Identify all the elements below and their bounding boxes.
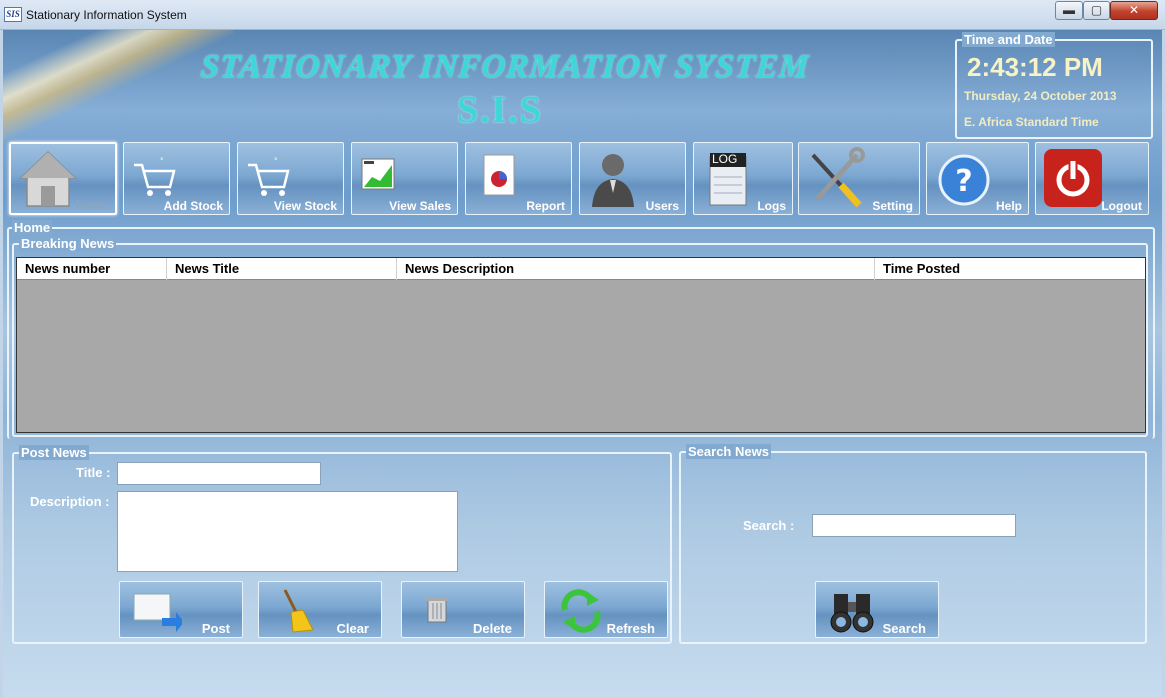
svg-text:°: °	[274, 157, 278, 165]
help-question-icon: ?	[938, 154, 990, 206]
window-title: Stationary Information System	[26, 8, 187, 22]
search-field-label: Search :	[743, 518, 795, 533]
maximize-button[interactable]: ▢	[1083, 1, 1110, 20]
home-button-label: Home	[75, 198, 109, 212]
add-stock-button-label: Add Stock	[163, 199, 223, 213]
window-titlebar[interactable]: SIS Stationary Information System ▬ ▢ ✕	[0, 0, 1165, 30]
house-icon	[19, 150, 77, 207]
header-abbreviation: S.I.S	[456, 89, 544, 131]
title-input[interactable]	[117, 462, 321, 485]
timezone-display: E. Africa Standard Time	[964, 115, 1099, 129]
home-button[interactable]: Home	[9, 142, 117, 215]
report-button-label: Report	[526, 199, 565, 213]
report-button[interactable]: Report	[465, 142, 572, 215]
svg-text:?: ?	[955, 164, 972, 199]
delete-button-label: Delete	[472, 621, 512, 636]
clear-button-label: Clear	[336, 621, 369, 636]
user-icon	[592, 154, 634, 207]
search-button-label: Search	[882, 621, 926, 636]
help-button[interactable]: ? Help	[926, 142, 1029, 215]
search-news-panel: Search News Search : Search	[679, 444, 1147, 644]
column-header-time-posted[interactable]: Time Posted	[875, 258, 1145, 280]
news-table-header: News number News Title News Description …	[17, 258, 1145, 280]
logs-button-label: Logs	[757, 199, 786, 213]
clock-display: 2:43:12 PM	[967, 52, 1103, 82]
breaking-news-panel: Breaking News News number News Title New…	[12, 236, 1148, 437]
news-table[interactable]: News number News Title News Description …	[16, 257, 1146, 433]
time-and-date-panel: Time and Date 2:43:12 PM Thursday, 24 Oc…	[955, 32, 1153, 139]
title-field-label: Title :	[76, 465, 111, 480]
logs-icon-text: LOG	[712, 152, 738, 166]
clear-button[interactable]: Clear	[258, 581, 382, 638]
view-stock-button[interactable]: ° View Stock	[237, 142, 344, 215]
search-news-title: Search News	[686, 444, 771, 459]
wrench-screwdriver-icon	[811, 147, 865, 208]
search-button[interactable]: Search	[815, 581, 939, 638]
add-stock-button[interactable]: ° Add Stock	[123, 142, 230, 215]
binoculars-icon	[830, 594, 874, 633]
send-envelope-icon	[133, 593, 182, 632]
delete-button[interactable]: Delete	[401, 581, 525, 638]
broom-icon	[283, 589, 314, 633]
post-news-panel: Post News Title : Description : Post Cle…	[12, 445, 672, 644]
users-button-label: Users	[645, 199, 679, 213]
post-news-title: Post News	[19, 445, 89, 460]
view-sales-button[interactable]: View Sales	[351, 142, 458, 215]
description-textarea[interactable]	[117, 491, 458, 572]
logs-button[interactable]: LOG Logs	[693, 142, 793, 215]
breaking-news-title: Breaking News	[19, 236, 117, 251]
refresh-button-label: Refresh	[606, 621, 655, 636]
view-stock-button-label: View Stock	[273, 199, 337, 213]
logout-button-label: Logout	[1101, 199, 1142, 213]
column-header-news-title[interactable]: News Title	[167, 258, 397, 280]
app-icon: SIS	[4, 7, 22, 22]
users-button[interactable]: Users	[579, 142, 686, 215]
report-document-icon	[483, 154, 515, 196]
post-button-label: Post	[201, 621, 230, 636]
trash-icon	[426, 597, 448, 623]
help-button-label: Help	[995, 199, 1022, 213]
header-title: STATIONARY INFORMATION SYSTEM	[199, 49, 811, 85]
setting-button-label: Setting	[872, 199, 913, 213]
view-sales-button-label: View Sales	[389, 199, 451, 213]
svg-text:°: °	[160, 157, 164, 165]
power-icon	[1044, 149, 1102, 207]
time-and-date-title: Time and Date	[962, 32, 1055, 47]
setting-button[interactable]: Setting	[798, 142, 920, 215]
refresh-icon	[561, 589, 601, 633]
refresh-button[interactable]: Refresh	[544, 581, 668, 638]
date-display: Thursday, 24 October 2013	[964, 89, 1117, 103]
description-field-label: Description :	[30, 494, 110, 509]
column-header-news-number[interactable]: News number	[17, 258, 167, 280]
close-button[interactable]: ✕	[1110, 1, 1158, 20]
logout-button[interactable]: Logout	[1035, 142, 1149, 215]
column-header-news-description[interactable]: News Description	[397, 258, 875, 280]
search-input[interactable]	[812, 514, 1016, 537]
minimize-button[interactable]: ▬	[1055, 1, 1083, 20]
home-panel-title: Home	[12, 220, 53, 235]
post-button[interactable]: Post	[119, 581, 243, 638]
